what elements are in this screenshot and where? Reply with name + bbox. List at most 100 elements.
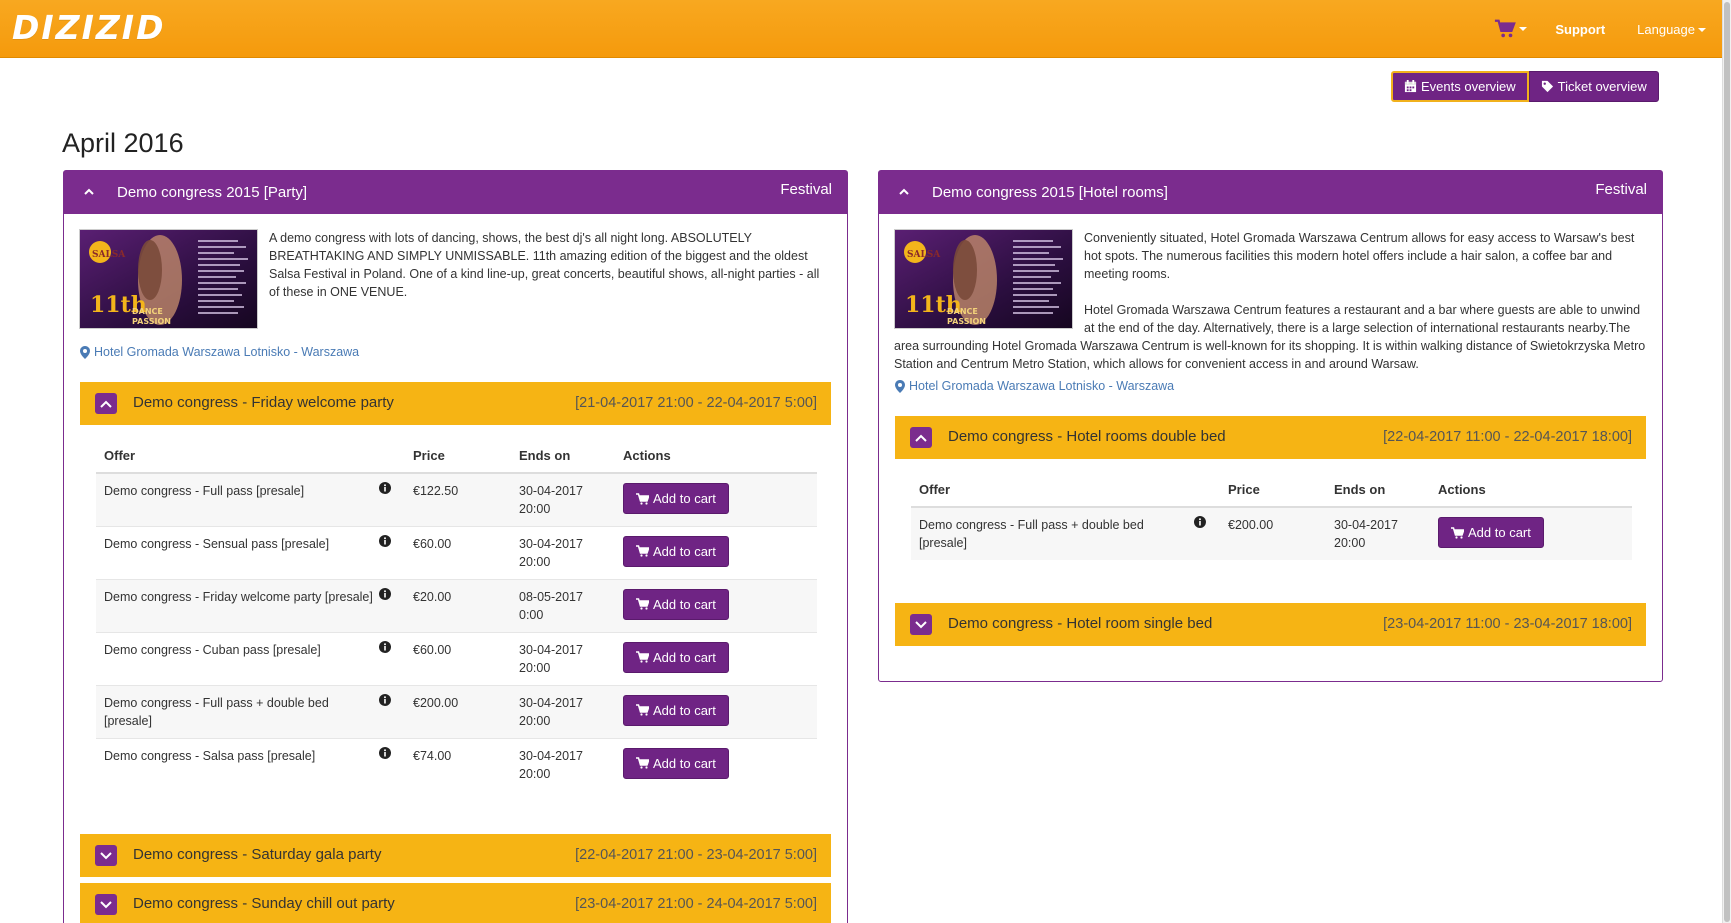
info-icon[interactable]	[379, 587, 391, 600]
table-row: Demo congress - Full pass [presale] €122.…	[96, 472, 817, 526]
panel-header[interactable]: Demo congress 2015 [Hotel rooms] Festiva…	[879, 171, 1662, 214]
expand-button[interactable]	[95, 845, 117, 866]
event-poster-image: SALSA 11th DANCE PASSION	[79, 229, 258, 329]
price-cell: €74.00	[405, 737, 511, 791]
svg-text:DANCE: DANCE	[132, 307, 163, 316]
expand-button[interactable]	[95, 894, 117, 915]
ends-time: 20:00	[519, 766, 551, 781]
support-link[interactable]: Support	[1555, 22, 1605, 37]
sub-event-header[interactable]: Demo congress - Saturday gala party [22-…	[80, 834, 831, 877]
sub-event-dates: [22-04-2017 11:00 - 22-04-2017 18:00]	[1383, 429, 1632, 445]
info-icon[interactable]	[379, 534, 391, 547]
ends-date: 30-04-2017	[519, 748, 583, 763]
page-scrollbar[interactable]	[1722, 0, 1731, 923]
price-cell: €60.00	[405, 525, 511, 579]
map-marker-icon	[80, 345, 90, 359]
add-to-cart-label: Add to cart	[653, 596, 716, 612]
svg-text:SALSA: SALSA	[92, 250, 126, 260]
collapse-button[interactable]	[95, 393, 117, 414]
table-row: Demo congress - Friday welcome party [pr…	[96, 578, 817, 632]
ends-on-cell: 30-04-2017 20:00	[1326, 506, 1430, 560]
table-row: Demo congress - Full pass + double bed […	[911, 506, 1632, 560]
panel-header[interactable]: Demo congress 2015 [Party] Festival	[64, 171, 847, 214]
cart-icon	[636, 704, 649, 716]
sub-event-title: Demo congress - Sunday chill out party	[133, 895, 395, 912]
offer-cell: Demo congress - Cuban pass [presale]	[96, 631, 405, 685]
scrollbar-thumb[interactable]	[1724, 2, 1730, 922]
info-icon[interactable]	[379, 640, 391, 653]
site-logo[interactable]: DIZIZID	[12, 8, 165, 47]
add-to-cart-label: Add to cart	[1468, 525, 1531, 540]
sub-event-header[interactable]: Demo congress - Hotel room single bed [2…	[895, 603, 1646, 646]
ends-date: 30-04-2017	[1334, 518, 1398, 532]
offer-cell: Demo congress - Salsa pass [presale]	[96, 737, 405, 791]
description-paragraph-1: Conveniently situated, Hotel Gromada War…	[1084, 231, 1635, 281]
cart-icon	[636, 545, 649, 557]
ends-on-cell: 30-04-2017 20:00	[511, 684, 615, 738]
add-to-cart-button[interactable]: Add to cart	[623, 747, 729, 779]
actions-cell: Add to cart	[615, 631, 817, 685]
language-dropdown[interactable]: Language	[1637, 22, 1706, 37]
add-to-cart-label: Add to cart	[653, 491, 716, 506]
chevron-up-icon[interactable]	[80, 183, 98, 201]
offer-name: Demo congress - Sensual pass [presale]	[104, 536, 330, 551]
add-to-cart-label: Add to cart	[653, 755, 716, 771]
chevron-up-icon	[100, 400, 112, 408]
table-header-row: Offer Price Ends on Actions	[96, 439, 817, 474]
cart-dropdown[interactable]	[1494, 18, 1528, 40]
actions-cell: Add to cart	[615, 737, 817, 791]
ticket-overview-button[interactable]: Ticket overview	[1528, 71, 1659, 102]
offer-name: Demo congress - Salsa pass [presale]	[104, 748, 316, 763]
offer-name: Demo congress - Friday welcome party [pr…	[104, 589, 373, 604]
price-cell: €200.00	[405, 684, 511, 738]
info-icon[interactable]	[379, 746, 391, 759]
table-header-row: Offer Price Ends on Actions	[911, 473, 1632, 508]
add-to-cart-button[interactable]: Add to cart	[1438, 517, 1544, 548]
event-location-link[interactable]: Hotel Gromada Warszawa Lotnisko - Warsza…	[80, 345, 359, 359]
tags-icon	[1541, 80, 1553, 93]
offer-cell: Demo congress - Full pass + double bed […	[911, 506, 1220, 560]
expand-button[interactable]	[910, 614, 932, 635]
cart-icon	[636, 492, 649, 505]
collapse-button[interactable]	[910, 427, 932, 448]
info-icon[interactable]	[1194, 516, 1206, 528]
ends-time: 20:00	[519, 502, 551, 516]
chevron-down-icon	[1698, 28, 1706, 33]
overview-button-group: Events overview Ticket overview	[1391, 71, 1659, 102]
offers-table: Offer Price Ends on Actions Demo congres…	[911, 473, 1632, 560]
actions-cell: Add to cart	[1430, 506, 1632, 560]
sub-event-dates: [23-04-2017 21:00 - 24-04-2017 5:00]	[575, 896, 817, 912]
event-description: A demo congress with lots of dancing, sh…	[269, 231, 820, 299]
sub-event-header[interactable]: Demo congress - Friday welcome party [21…	[80, 382, 831, 425]
actions-cell: Add to cart	[615, 472, 817, 526]
add-to-cart-button[interactable]: Add to cart	[623, 535, 729, 567]
actions-cell: Add to cart	[615, 578, 817, 632]
column-header-offer: Offer	[911, 473, 1220, 508]
info-icon[interactable]	[379, 693, 391, 706]
info-icon[interactable]	[379, 482, 391, 494]
ends-time: 20:00	[519, 554, 551, 569]
offer-cell: Demo congress - Full pass + double bed […	[96, 684, 405, 738]
sub-event-header[interactable]: Demo congress - Sunday chill out party […	[80, 883, 831, 923]
chevron-up-icon[interactable]	[895, 183, 913, 201]
chevron-up-icon	[915, 434, 927, 442]
events-overview-button[interactable]: Events overview	[1391, 71, 1529, 102]
ends-time: 20:00	[519, 660, 551, 675]
event-location-link[interactable]: Hotel Gromada Warszawa Lotnisko - Warsza…	[895, 379, 1174, 393]
add-to-cart-button[interactable]: Add to cart	[623, 588, 729, 620]
column-header-price: Price	[405, 439, 511, 474]
sub-event-header[interactable]: Demo congress - Hotel rooms double bed […	[895, 416, 1646, 459]
chevron-down-icon	[915, 620, 927, 628]
ends-time: 0:00	[519, 607, 544, 622]
add-to-cart-label: Add to cart	[653, 543, 716, 559]
price-cell: €20.00	[405, 578, 511, 632]
table-row: Demo congress - Full pass + double bed […	[96, 684, 817, 738]
event-type-label: Festival	[780, 181, 832, 198]
add-to-cart-button[interactable]: Add to cart	[623, 641, 729, 673]
column-header-price: Price	[1220, 473, 1326, 508]
ends-on-cell: 30-04-2017 20:00	[511, 525, 615, 579]
ends-on-cell: 08-05-2017 0:00	[511, 578, 615, 632]
add-to-cart-button[interactable]: Add to cart	[623, 694, 729, 726]
cart-icon	[636, 757, 649, 769]
add-to-cart-button[interactable]: Add to cart	[623, 483, 729, 514]
